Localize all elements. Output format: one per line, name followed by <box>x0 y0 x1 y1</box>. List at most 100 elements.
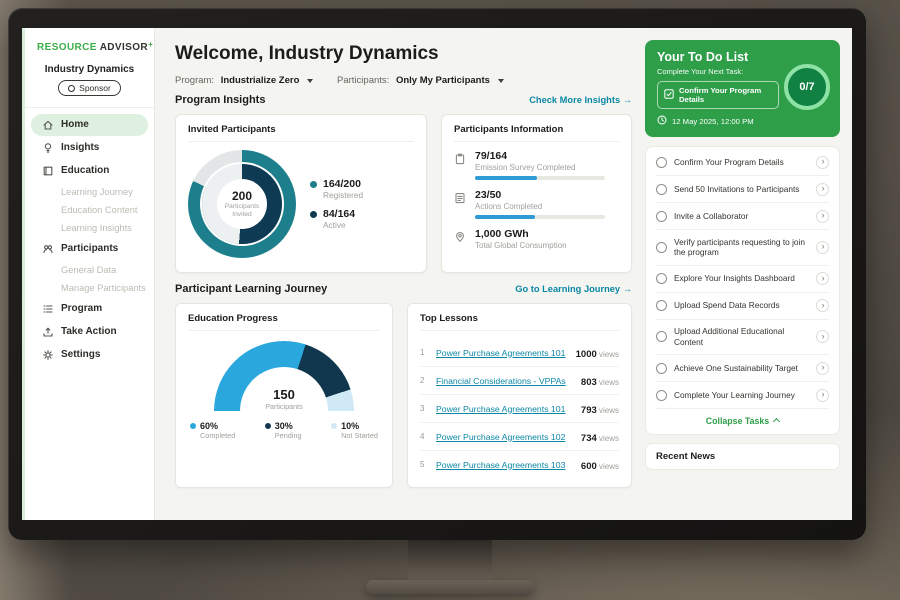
task-checkbox[interactable] <box>656 184 667 195</box>
task-row[interactable]: Achieve One Sustainability Target <box>656 355 829 382</box>
legend-item-registered: 164/200 Registered <box>310 178 363 200</box>
chevron-right-icon[interactable] <box>816 210 829 223</box>
sidebar-item-general-data[interactable]: General Data <box>31 261 148 279</box>
lesson-link[interactable]: Power Purchase Agreements 101 <box>436 404 574 414</box>
lesson-rank: 1 <box>420 348 429 357</box>
task-row[interactable]: Explore Your Insights Dashboard <box>656 266 829 293</box>
todo-progress-ring: 0/7 <box>784 64 830 110</box>
metric-value: 79/164 <box>475 150 605 162</box>
sidebar-item-program[interactable]: Program <box>31 298 148 320</box>
lesson-link[interactable]: Power Purchase Agreements 101 <box>436 348 569 358</box>
progress-track <box>475 215 605 219</box>
sidebar-item-education-content[interactable]: Education Content <box>31 201 148 219</box>
metric-value: 1,000 GWh <box>475 228 567 240</box>
lesson-views: 734 views <box>581 428 619 446</box>
chevron-right-icon[interactable] <box>816 330 829 343</box>
lesson-link[interactable]: Power Purchase Agreements 103 <box>436 460 574 470</box>
metric-label: Emission Survey Completed <box>475 163 605 172</box>
chevron-right-icon[interactable] <box>816 299 829 312</box>
section-title: Participant Learning Journey <box>175 283 327 295</box>
sidebar-item-education[interactable]: Education <box>31 160 148 182</box>
metric-label: Actions Completed <box>475 202 605 211</box>
home-icon <box>42 119 54 131</box>
chevron-down-icon <box>307 79 313 83</box>
info-progress-fill <box>475 176 537 180</box>
task-checkbox[interactable] <box>656 273 667 284</box>
task-checkbox[interactable] <box>656 300 667 311</box>
task-checkbox[interactable] <box>656 390 667 401</box>
recent-news-title: Recent News <box>656 451 715 462</box>
lesson-rank: 3 <box>420 404 429 413</box>
donut-center-label: Participants Invited <box>217 203 267 219</box>
participants-information-card: Participants Information 79/164 Emission… <box>441 114 632 273</box>
check-more-insights-link[interactable]: Check More Insights → <box>529 95 632 105</box>
org-block: Industry Dynamics Sponsor <box>25 61 154 108</box>
participants-value: Only My Participants <box>396 75 490 86</box>
lesson-link[interactable]: Power Purchase Agreements 102 <box>436 432 574 442</box>
journey-cards-row: Education Progress 150 Participants <box>175 303 632 488</box>
program-dropdown[interactable]: Program: Industrialize Zero <box>175 75 313 86</box>
legend-dot <box>190 423 196 429</box>
education-progress-card: Education Progress 150 Participants <box>175 303 393 488</box>
task-row[interactable]: Upload Additional Educational Content <box>656 320 829 356</box>
sidebar-item-manage-participants[interactable]: Manage Participants <box>31 279 148 297</box>
lesson-rank: 5 <box>420 460 429 469</box>
chevron-right-icon[interactable] <box>816 362 829 375</box>
chevron-right-icon[interactable] <box>816 389 829 402</box>
task-row[interactable]: Upload Spend Data Records <box>656 293 829 320</box>
filter-bar: Program: Industrialize Zero Participants… <box>175 75 632 86</box>
due-date-row: 12 May 2025, 12:00 PM <box>657 115 828 127</box>
chevron-up-icon <box>773 418 780 425</box>
chevron-right-icon[interactable] <box>816 272 829 285</box>
legend-value: 60% <box>200 421 235 431</box>
task-checkbox[interactable] <box>656 242 667 253</box>
next-task-button[interactable]: Confirm Your Program Details <box>657 81 779 109</box>
legend-value: 10% <box>341 421 378 431</box>
learning-journey-header: Participant Learning Journey Go to Learn… <box>175 283 632 295</box>
task-row[interactable]: Send 50 Invitations to Participants <box>656 176 829 203</box>
sidebar-item-insights[interactable]: Insights <box>31 137 148 159</box>
sidebar-item-label: Participants <box>61 243 118 254</box>
task-label: Complete Your Learning Journey <box>674 390 809 401</box>
collapse-tasks-link[interactable]: Collapse Tasks <box>656 409 829 431</box>
go-to-learning-journey-link[interactable]: Go to Learning Journey → <box>515 284 632 294</box>
chevron-right-icon[interactable] <box>816 241 829 254</box>
legend-label: Completed <box>200 431 235 440</box>
task-label: Invite a Collaborator <box>674 211 809 222</box>
section-title: Program Insights <box>175 94 265 106</box>
task-row[interactable]: Confirm Your Program Details <box>656 149 829 176</box>
sidebar-item-take-action[interactable]: Take Action <box>31 321 148 343</box>
task-checkbox[interactable] <box>656 331 667 342</box>
lesson-row: 3 Power Purchase Agreements 101 793 view… <box>420 395 619 423</box>
task-row[interactable]: Complete Your Learning Journey <box>656 382 829 409</box>
lightbulb-icon <box>42 142 54 154</box>
task-checkbox[interactable] <box>656 157 667 168</box>
legend-label: Registered <box>323 190 363 200</box>
chevron-right-icon[interactable] <box>816 156 829 169</box>
sidebar-item-participants[interactable]: Participants <box>31 238 148 260</box>
legend-label: Pending <box>275 431 302 440</box>
task-checkbox[interactable] <box>656 363 667 374</box>
desk-background: RESOURCE ADVISOR+ Industry Dynamics Spon… <box>0 0 900 600</box>
task-label: Upload Spend Data Records <box>674 300 809 311</box>
sidebar-item-settings[interactable]: Settings <box>31 344 148 366</box>
sidebar-item-learning-journey[interactable]: Learning Journey <box>31 183 148 201</box>
legend-dot <box>331 423 337 429</box>
checklist-icon <box>454 189 467 219</box>
task-checkbox[interactable] <box>656 211 667 222</box>
legend-item-completed: 60% Completed <box>190 421 235 440</box>
task-row[interactable]: Verify participants requesting to join t… <box>656 230 829 266</box>
lesson-views: 1000 views <box>576 344 619 362</box>
sponsor-badge[interactable]: Sponsor <box>58 80 121 96</box>
task-label: Send 50 Invitations to Participants <box>674 184 809 195</box>
task-row[interactable]: Invite a Collaborator <box>656 203 829 230</box>
sidebar-item-learning-insights[interactable]: Learning Insights <box>31 219 148 237</box>
card-title: Invited Participants <box>188 124 414 142</box>
recent-news-header[interactable]: Recent News <box>645 443 840 470</box>
lesson-link[interactable]: Financial Considerations - VPPAs <box>436 376 574 386</box>
chevron-right-icon[interactable] <box>816 183 829 196</box>
sidebar-item-home[interactable]: Home <box>31 114 148 136</box>
lesson-views: 803 views <box>581 372 619 390</box>
monitor-stand-neck <box>408 538 492 582</box>
participants-dropdown[interactable]: Participants: Only My Participants <box>337 75 504 86</box>
